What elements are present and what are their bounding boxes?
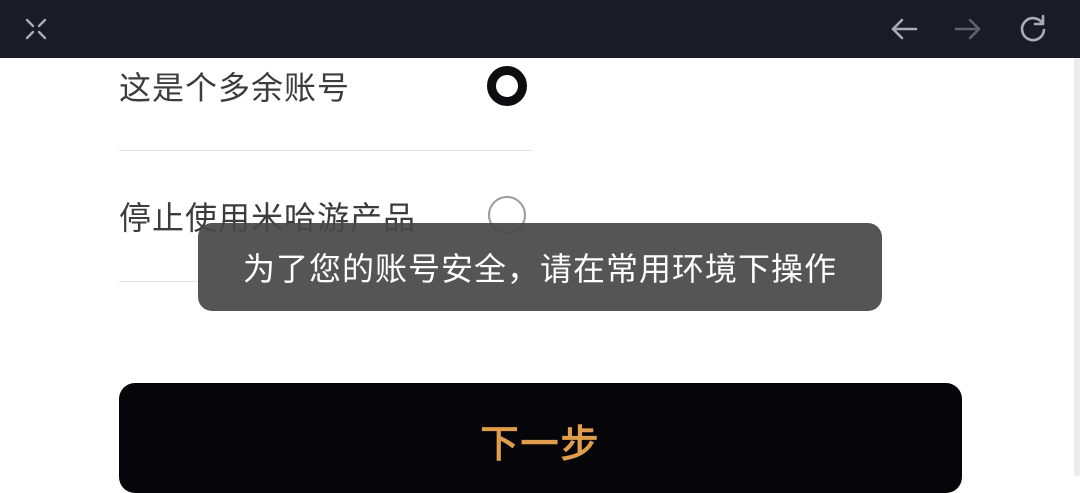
back-arrow-icon[interactable] (885, 10, 923, 48)
radio-selected-icon[interactable] (487, 66, 527, 106)
toast-text: 为了您的账号安全，请在常用环境下操作 (242, 250, 837, 288)
forward-arrow-icon[interactable] (949, 10, 987, 48)
toast-message: 为了您的账号安全，请在常用环境下操作 (198, 223, 882, 311)
next-step-button[interactable]: 下一步 (119, 383, 962, 493)
scrollbar[interactable] (1074, 58, 1080, 476)
next-step-label: 下一步 (480, 422, 601, 466)
top-bar (0, 0, 1080, 58)
reason-label: 这是个多余账号 (119, 69, 351, 107)
close-icon[interactable] (17, 10, 55, 48)
refresh-icon[interactable] (1014, 10, 1052, 48)
divider (119, 150, 532, 151)
